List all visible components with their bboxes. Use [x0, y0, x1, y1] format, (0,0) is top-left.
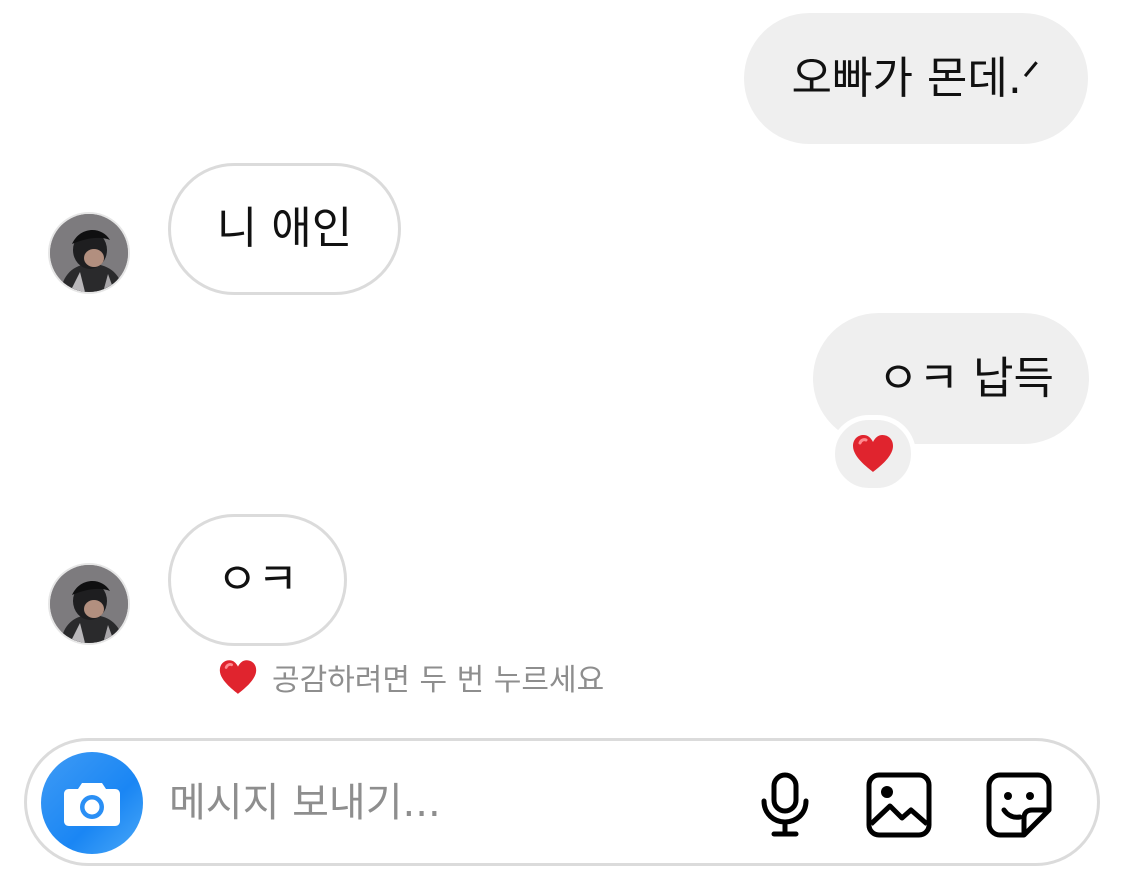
- microphone-icon: [761, 772, 809, 837]
- avatar[interactable]: [48, 212, 130, 294]
- sticker-icon: [986, 772, 1052, 838]
- avatar[interactable]: [48, 563, 130, 645]
- incoming-message-bubble[interactable]: 니 애인: [168, 163, 401, 295]
- avatar-photo: [50, 214, 128, 292]
- message-thread: 오빠가 몬데.ᐟ 니 애인 ㅇㅋ 납득 ㅇㅋ 공감하려면 두 번 누르세요: [0, 0, 1125, 730]
- camera-button[interactable]: [41, 752, 143, 854]
- voice-message-button[interactable]: [749, 769, 821, 841]
- message-text: ㅇㅋ 납득: [878, 352, 1054, 404]
- camera-icon: [64, 783, 120, 826]
- gallery-button[interactable]: [863, 769, 935, 841]
- double-tap-hint: 공감하려면 두 번 누르세요: [218, 655, 604, 699]
- outgoing-message-bubble[interactable]: 오빠가 몬데.ᐟ: [744, 13, 1088, 144]
- gallery-icon: [866, 772, 932, 838]
- message-text: 오빠가 몬데.ᐟ: [791, 52, 1041, 104]
- hint-text: 공감하려면 두 번 누르세요: [272, 663, 605, 698]
- message-text: 니 애인: [216, 203, 353, 254]
- incoming-message-bubble[interactable]: ㅇㅋ: [168, 514, 347, 646]
- message-text: ㅇㅋ: [217, 554, 298, 605]
- avatar-photo: [50, 565, 128, 643]
- message-input[interactable]: [169, 771, 729, 835]
- heart-icon: [853, 435, 893, 472]
- heart-icon: [219, 659, 257, 694]
- heart-reaction-badge[interactable]: [830, 415, 916, 493]
- message-composer: [24, 738, 1100, 866]
- sticker-button[interactable]: [983, 769, 1055, 841]
